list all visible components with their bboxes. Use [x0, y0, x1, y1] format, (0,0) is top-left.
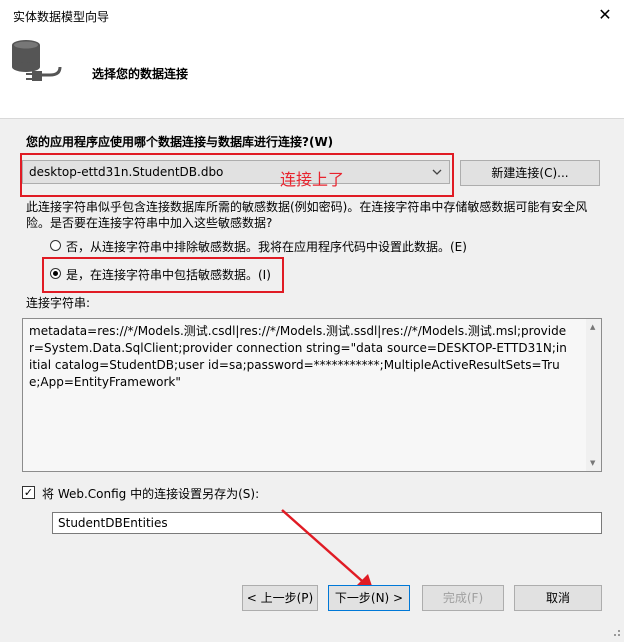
previous-button[interactable]: < 上一步(P) — [242, 585, 318, 611]
database-connection-icon — [6, 35, 70, 91]
step-title: 选择您的数据连接 — [92, 67, 189, 81]
radio-exclude[interactable]: 否，从连接字符串中排除敏感数据。我将在应用程序代码中设置此数据。(E) — [50, 238, 590, 254]
radio-include-label: 是，在连接字符串中包括敏感数据。(I) — [66, 268, 271, 282]
radio-exclude-label: 否，从连接字符串中排除敏感数据。我将在应用程序代码中设置此数据。(E) — [66, 240, 467, 254]
connection-string-textarea[interactable]: metadata=res://*/Models.测试.csdl|res://*/… — [22, 318, 602, 472]
connection-string-value: metadata=res://*/Models.测试.csdl|res://*/… — [29, 324, 567, 389]
sensitive-data-warning: 此连接字符串似乎包含连接数据库所需的敏感数据(例如密码)。在连接字符串中存储敏感… — [26, 200, 588, 230]
scroll-down-icon[interactable]: ▼ — [590, 459, 595, 467]
save-config-checkbox[interactable]: ✓ — [22, 486, 35, 499]
connection-select-value: desktop-ettd31n.StudentDB.dbo — [29, 165, 224, 179]
new-connection-button[interactable]: 新建连接(C)... — [460, 160, 600, 186]
connection-string-label: 连接字符串: — [26, 296, 91, 310]
save-config-label: 将 Web.Config 中的连接设置另存为(S): — [42, 487, 260, 501]
annotation-connected: 连接上了 — [280, 170, 345, 189]
radio-include[interactable]: 是，在连接字符串中包括敏感数据。(I) — [50, 266, 280, 282]
radio-exclude-circle[interactable] — [50, 240, 61, 251]
connection-select[interactable]: desktop-ettd31n.StudentDB.dbo — [22, 160, 450, 184]
vertical-scrollbar[interactable]: ▲ ▼ — [586, 319, 601, 471]
next-button[interactable]: 下一步(N) > — [328, 585, 410, 611]
connection-question: 您的应用程序应使用哪个数据连接与数据库进行连接?(W) — [26, 135, 334, 149]
radio-include-circle[interactable] — [50, 268, 61, 279]
window-title: 实体数据模型向导 — [13, 10, 110, 24]
close-button[interactable]: ✕ — [592, 3, 618, 27]
chevron-down-icon — [431, 164, 443, 183]
finish-button[interactable]: 完成(F) — [422, 585, 504, 611]
entity-name-value: StudentDBEntities — [58, 516, 168, 530]
scroll-up-icon[interactable]: ▲ — [590, 323, 595, 331]
resize-grip-icon[interactable] — [610, 626, 622, 638]
radio-selected-dot — [53, 271, 58, 276]
cancel-button[interactable]: 取消 — [514, 585, 602, 611]
